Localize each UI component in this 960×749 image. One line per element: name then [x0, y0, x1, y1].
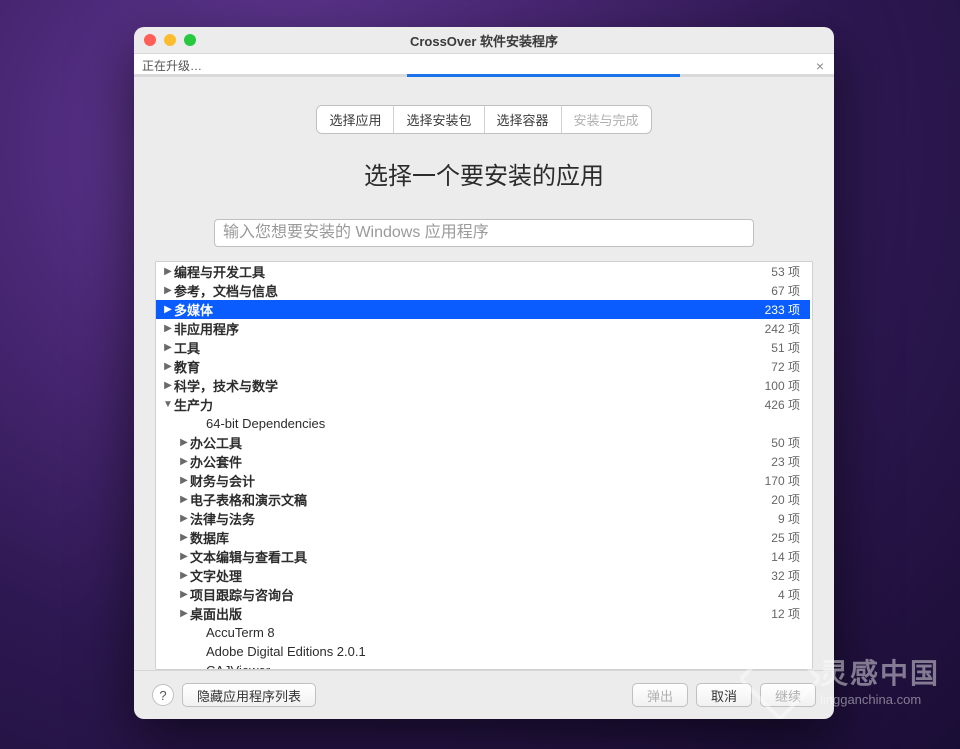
chevron-right-icon: ▶ — [178, 532, 190, 543]
chevron-right-icon: ▶ — [178, 437, 190, 448]
minimize-icon[interactable] — [164, 34, 176, 46]
maximize-icon[interactable] — [184, 34, 196, 46]
cancel-button[interactable]: 取消 — [696, 683, 752, 707]
chevron-right-icon: ▶ — [178, 551, 190, 562]
upgrade-text: 正在升级… — [142, 57, 202, 74]
category-row-selected[interactable]: ▶ 多媒体 233 项 — [156, 300, 810, 319]
eject-button: 弹出 — [632, 683, 688, 707]
chevron-right-icon: ▶ — [162, 323, 174, 334]
category-list: ▶ 编程与开发工具 53 项 ▶ 参考，文档与信息 67 项 ▶ 多媒体 233… — [155, 261, 813, 670]
list-item[interactable]: CAJViewer — [156, 661, 810, 669]
category-row[interactable]: ▶ 科学，技术与数学 100 项 — [156, 376, 810, 395]
chevron-right-icon: ▶ — [178, 513, 190, 524]
subcategory-row[interactable]: ▶ 办公工具 50 项 — [156, 433, 810, 452]
category-row[interactable]: ▶ 编程与开发工具 53 项 — [156, 262, 810, 281]
chevron-right-icon: ▶ — [178, 608, 190, 619]
watermark-text-en: lingganchina.com — [820, 692, 921, 707]
upgrade-progress-fill — [407, 74, 680, 77]
list-item[interactable]: 64-bit Dependencies — [156, 414, 810, 433]
category-row[interactable]: ▶ 非应用程序 242 项 — [156, 319, 810, 338]
bottom-bar: ? 隐藏应用程序列表 弹出 取消 继续 — [134, 670, 834, 719]
subcategory-row[interactable]: ▶ 办公套件 23 项 — [156, 452, 810, 471]
subcategory-row[interactable]: ▶ 桌面出版 12 项 — [156, 604, 810, 623]
category-row[interactable]: ▶ 参考，文档与信息 67 项 — [156, 281, 810, 300]
category-row[interactable]: ▶ 工具 51 项 — [156, 338, 810, 357]
upgrade-progress-track — [134, 74, 834, 77]
installer-window: CrossOver 软件安装程序 正在升级… × 选择应用 选择安装包 选择容器… — [134, 27, 834, 719]
step-tabs: 选择应用 选择安装包 选择容器 安装与完成 — [134, 105, 834, 134]
chevron-right-icon: ▶ — [162, 380, 174, 391]
hide-app-list-button[interactable]: 隐藏应用程序列表 — [182, 683, 316, 707]
chevron-down-icon: ▼ — [162, 399, 174, 410]
window-controls — [144, 34, 196, 46]
step-select-app[interactable]: 选择应用 — [317, 106, 394, 133]
step-install-finish: 安装与完成 — [562, 106, 651, 133]
titlebar: CrossOver 软件安装程序 — [134, 27, 834, 53]
chevron-right-icon: ▶ — [162, 304, 174, 315]
chevron-right-icon: ▶ — [162, 342, 174, 353]
close-icon[interactable] — [144, 34, 156, 46]
category-scroll[interactable]: ▶ 编程与开发工具 53 项 ▶ 参考，文档与信息 67 项 ▶ 多媒体 233… — [156, 262, 812, 669]
page-heading: 选择一个要安装的应用 — [134, 156, 834, 191]
step-select-package[interactable]: 选择安装包 — [394, 106, 484, 133]
list-item[interactable]: AccuTerm 8 — [156, 623, 810, 642]
list-item[interactable]: Adobe Digital Editions 2.0.1 — [156, 642, 810, 661]
watermark-text-cn: 灵感中国 — [820, 652, 940, 692]
chevron-right-icon: ▶ — [178, 475, 190, 486]
chevron-right-icon: ▶ — [178, 456, 190, 467]
search-input[interactable] — [214, 219, 754, 247]
chevron-right-icon: ▶ — [178, 494, 190, 505]
subcategory-row[interactable]: ▶ 数据库 25 项 — [156, 528, 810, 547]
subcategory-row[interactable]: ▶ 文本编辑与查看工具 14 项 — [156, 547, 810, 566]
category-row[interactable]: ▶ 教育 72 项 — [156, 357, 810, 376]
chevron-right-icon: ▶ — [162, 285, 174, 296]
subcategory-row[interactable]: ▶ 项目跟踪与咨询台 4 项 — [156, 585, 810, 604]
subcategory-row[interactable]: ▶ 法律与法务 9 项 — [156, 509, 810, 528]
chevron-right-icon: ▶ — [162, 266, 174, 277]
upgrade-banner: 正在升级… × — [134, 53, 834, 77]
category-row-expanded[interactable]: ▼ 生产力 426 项 — [156, 395, 810, 414]
help-button[interactable]: ? — [152, 684, 174, 706]
step-select-bottle[interactable]: 选择容器 — [485, 106, 562, 133]
subcategory-row[interactable]: ▶ 财务与会计 170 项 — [156, 471, 810, 490]
chevron-right-icon: ▶ — [178, 570, 190, 581]
continue-button: 继续 — [760, 683, 816, 707]
subcategory-row[interactable]: ▶ 电子表格和演示文稿 20 项 — [156, 490, 810, 509]
chevron-right-icon: ▶ — [178, 589, 190, 600]
close-banner-icon[interactable]: × — [812, 58, 828, 74]
chevron-right-icon: ▶ — [162, 361, 174, 372]
subcategory-row[interactable]: ▶ 文字处理 32 项 — [156, 566, 810, 585]
window-title: CrossOver 软件安装程序 — [134, 31, 834, 50]
